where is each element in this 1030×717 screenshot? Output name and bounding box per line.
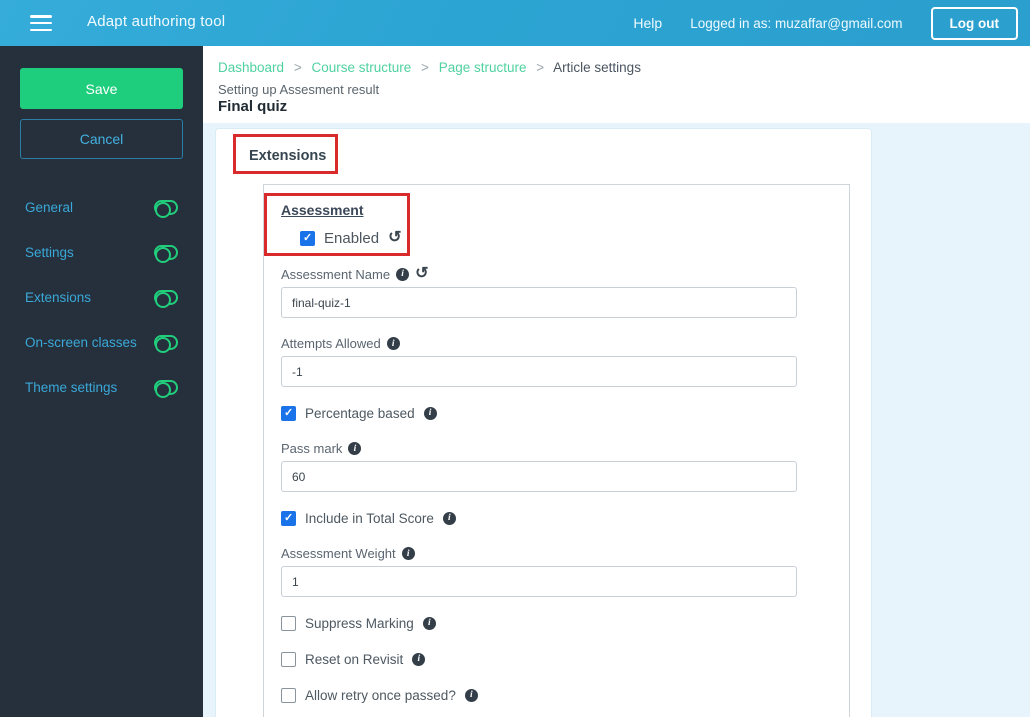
field-label: Assessment Weight i bbox=[281, 546, 795, 561]
pass-mark-label: Pass mark bbox=[281, 441, 343, 456]
save-button[interactable]: Save bbox=[20, 68, 183, 109]
breadcrumb-separator: > bbox=[536, 60, 545, 75]
allow-retry-once-passed-checkbox[interactable] bbox=[281, 687, 296, 703]
breadcrumb-link-page-structure[interactable]: Page structure bbox=[439, 60, 527, 75]
info-icon[interactable]: i bbox=[386, 337, 400, 350]
info-icon[interactable]: i bbox=[396, 267, 410, 281]
sidebar: Save Cancel General Settings Extensions … bbox=[0, 46, 203, 717]
assessment-fieldset: Assessment Enabled ↺ Assessment Name i ↺ bbox=[263, 184, 850, 717]
pass-mark-field: Pass mark i bbox=[281, 441, 797, 492]
assessment-name-label: Assessment Name bbox=[281, 266, 391, 282]
logged-in-text: Logged in as: muzaffar@gmail.com bbox=[690, 15, 903, 31]
info-icon[interactable]: i bbox=[442, 511, 456, 525]
include-in-total-score-checkbox[interactable] bbox=[281, 510, 296, 526]
reset-on-revisit-checkbox[interactable] bbox=[281, 651, 296, 667]
assessment-name-input[interactable] bbox=[281, 287, 797, 318]
top-bar: Adapt authoring tool Help Logged in as: … bbox=[0, 0, 1030, 46]
suppress-marking-label: Suppress Marking bbox=[305, 615, 414, 631]
info-icon[interactable]: i bbox=[412, 652, 426, 666]
info-icon[interactable]: i bbox=[464, 688, 478, 702]
page-subtitle: Setting up Assesment result bbox=[218, 82, 380, 97]
allow-retry-once-passed-row: Allow retry once passed? i bbox=[281, 687, 795, 703]
toggle-icon[interactable] bbox=[154, 200, 178, 218]
breadcrumb-link-dashboard[interactable]: Dashboard bbox=[218, 60, 284, 75]
breadcrumb-link-course-structure[interactable]: Course structure bbox=[311, 60, 411, 75]
reset-on-revisit-row: Reset on Revisit i bbox=[281, 651, 795, 667]
toggle-icon[interactable] bbox=[154, 380, 178, 398]
sidebar-item-on-screen-classes[interactable]: On-screen classes bbox=[0, 330, 203, 355]
sidebar-item-label: General bbox=[25, 200, 74, 215]
breadcrumb: Dashboard > Course structure > Page stru… bbox=[218, 60, 1030, 75]
breadcrumb-current: Article settings bbox=[553, 60, 641, 75]
sidebar-item-label: Theme settings bbox=[25, 380, 118, 395]
toggle-icon[interactable] bbox=[154, 245, 178, 263]
undo-icon[interactable]: ↺ bbox=[388, 230, 401, 246]
help-link[interactable]: Help bbox=[633, 15, 662, 31]
content-area: Dashboard > Course structure > Page stru… bbox=[203, 46, 1030, 717]
pass-mark-input[interactable] bbox=[281, 461, 797, 492]
info-icon[interactable]: i bbox=[422, 616, 436, 630]
assessment-weight-field: Assessment Weight i bbox=[281, 546, 797, 597]
enabled-label: Enabled bbox=[324, 229, 380, 247]
sidebar-item-theme-settings[interactable]: Theme settings bbox=[0, 375, 203, 400]
field-label: Assessment Name i ↺ bbox=[281, 266, 795, 282]
info-icon[interactable]: i bbox=[401, 547, 415, 560]
info-icon[interactable]: i bbox=[348, 442, 362, 455]
toggle-icon[interactable] bbox=[154, 335, 178, 353]
sidebar-item-extensions[interactable]: Extensions bbox=[0, 285, 203, 310]
include-in-total-score-row: Include in Total Score i bbox=[281, 510, 795, 526]
sidebar-nav: General Settings Extensions On-screen cl… bbox=[0, 195, 203, 420]
allow-retry-once-passed-label: Allow retry once passed? bbox=[305, 687, 456, 703]
reset-on-revisit-label: Reset on Revisit bbox=[305, 651, 404, 667]
assessment-name-field: Assessment Name i ↺ bbox=[281, 266, 797, 318]
logout-button[interactable]: Log out bbox=[930, 6, 1018, 40]
cancel-button[interactable]: Cancel bbox=[20, 119, 183, 159]
sidebar-item-label: Extensions bbox=[25, 290, 92, 305]
enabled-row: Enabled ↺ bbox=[300, 229, 795, 247]
breadcrumb-separator: > bbox=[293, 60, 302, 75]
field-label: Attempts Allowed i bbox=[281, 336, 795, 351]
extensions-section-title: Extensions bbox=[249, 148, 327, 164]
percentage-based-checkbox[interactable] bbox=[281, 405, 296, 421]
sidebar-item-general[interactable]: General bbox=[0, 195, 203, 220]
suppress-marking-checkbox[interactable] bbox=[281, 615, 296, 631]
suppress-marking-row: Suppress Marking i bbox=[281, 615, 795, 631]
enabled-checkbox[interactable] bbox=[300, 230, 315, 246]
sidebar-item-label: Settings bbox=[25, 245, 74, 260]
app-title: Adapt authoring tool bbox=[87, 13, 226, 30]
assessment-weight-label: Assessment Weight bbox=[281, 546, 396, 561]
breadcrumb-separator: > bbox=[421, 60, 429, 75]
breadcrumb-header: Dashboard > Course structure > Page stru… bbox=[203, 46, 1030, 123]
hamburger-menu-icon[interactable] bbox=[30, 15, 52, 31]
page-title: Final quiz bbox=[218, 98, 288, 115]
toggle-icon[interactable] bbox=[154, 290, 178, 308]
settings-card: Extensions Assessment Enabled ↺ Assessme… bbox=[215, 128, 872, 717]
attempts-allowed-input[interactable] bbox=[281, 356, 797, 387]
assessment-weight-input[interactable] bbox=[281, 566, 797, 597]
field-label: Pass mark i bbox=[281, 441, 795, 456]
main-panel: Extensions Assessment Enabled ↺ Assessme… bbox=[203, 123, 1030, 717]
include-in-total-score-label: Include in Total Score bbox=[305, 510, 434, 526]
sidebar-item-label: On-screen classes bbox=[25, 335, 137, 350]
info-icon[interactable]: i bbox=[423, 406, 437, 420]
undo-icon[interactable]: ↺ bbox=[415, 266, 428, 282]
assessment-group-title: Assessment bbox=[281, 202, 364, 218]
attempts-allowed-label: Attempts Allowed bbox=[281, 336, 381, 351]
attempts-allowed-field: Attempts Allowed i bbox=[281, 336, 797, 387]
percentage-based-row: Percentage based i bbox=[281, 405, 795, 421]
percentage-based-label: Percentage based bbox=[305, 405, 415, 421]
sidebar-item-settings[interactable]: Settings bbox=[0, 240, 203, 265]
